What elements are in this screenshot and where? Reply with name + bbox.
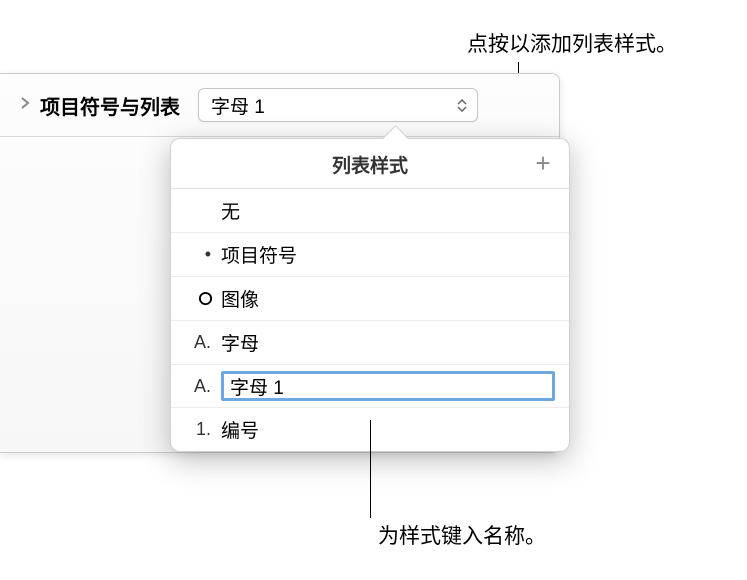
bullets-lists-label: 项目符号与列表 bbox=[40, 91, 180, 120]
callout-add-style: 点按以添加列表样式。 bbox=[467, 28, 677, 58]
letter-marker: A. bbox=[185, 332, 221, 353]
letter-marker: A. bbox=[185, 376, 221, 397]
callout-enter-name: 为样式键入名称。 bbox=[378, 520, 546, 550]
popover-header: 列表样式 + bbox=[171, 139, 569, 189]
add-style-button[interactable]: + bbox=[531, 151, 555, 175]
list-style-dropdown[interactable]: 字母 1 bbox=[198, 88, 478, 122]
list-item[interactable]: A. 字母 bbox=[171, 321, 569, 365]
list-item[interactable]: • 项目符号 bbox=[171, 233, 569, 277]
popover-title: 列表样式 bbox=[332, 151, 408, 178]
bullet-icon: • bbox=[185, 244, 221, 265]
circle-icon bbox=[185, 291, 221, 306]
list-style-popover: 列表样式 + 无 • 项目符号 图像 A. 字母 A. 1. 编 bbox=[170, 138, 570, 452]
list-item[interactable]: 无 bbox=[171, 189, 569, 233]
plus-icon: + bbox=[535, 150, 550, 176]
panel-header: 项目符号与列表 字母 1 bbox=[0, 74, 559, 137]
style-label: 项目符号 bbox=[221, 241, 555, 268]
style-label: 无 bbox=[221, 197, 555, 224]
style-label: 字母 bbox=[221, 329, 555, 356]
style-list: 无 • 项目符号 图像 A. 字母 A. 1. 编号 bbox=[171, 189, 569, 451]
style-label: 编号 bbox=[221, 416, 555, 443]
chevron-updown-icon bbox=[457, 99, 467, 112]
style-label: 图像 bbox=[221, 285, 555, 312]
number-marker: 1. bbox=[185, 419, 221, 440]
callout-line-bottom bbox=[370, 420, 371, 518]
dropdown-value: 字母 1 bbox=[211, 92, 265, 119]
style-name-input[interactable] bbox=[221, 371, 555, 401]
list-item[interactable]: 图像 bbox=[171, 277, 569, 321]
list-item[interactable]: A. bbox=[171, 365, 569, 408]
disclosure-triangle-icon[interactable] bbox=[20, 95, 30, 115]
